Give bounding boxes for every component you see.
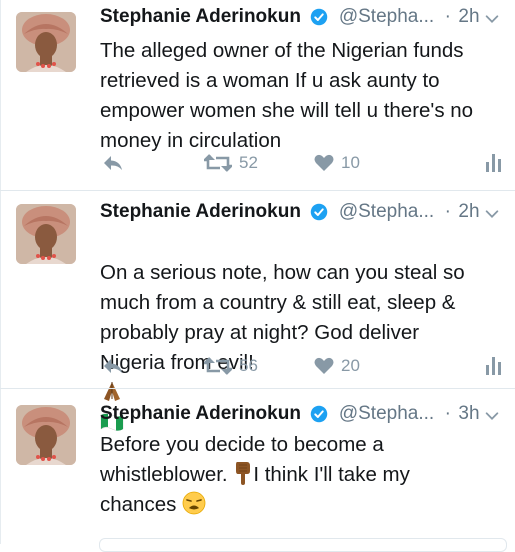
tweet-text-fragment: whistleblower. — [100, 463, 234, 486]
analytics-button[interactable] — [486, 150, 502, 176]
separator: · — [444, 6, 451, 27]
verified-icon — [311, 405, 328, 423]
tweet-header: Stephanie Aderinokun @Stepha... · 3h — [100, 403, 503, 429]
retweet-button[interactable]: 56 — [204, 353, 258, 379]
timestamp[interactable]: 2h — [458, 201, 479, 222]
tweet-1[interactable]: Stephanie Aderinokun @Stepha... · 2h The… — [0, 0, 515, 190]
avatar[interactable] — [16, 12, 76, 72]
separator: · — [444, 403, 451, 424]
handle[interactable]: @Stepha... — [339, 201, 434, 222]
like-count: 10 — [341, 153, 360, 172]
tweet-feed: Stephanie Aderinokun @Stepha... · 2h The… — [0, 0, 515, 552]
handle[interactable]: @Stepha... — [339, 6, 434, 27]
handle[interactable]: @Stepha... — [339, 403, 434, 424]
retweet-count: 56 — [239, 356, 258, 375]
tweet-2[interactable]: Stephanie Aderinokun @Stepha... · 2h On … — [0, 191, 515, 431]
analytics-icon — [486, 154, 501, 172]
timestamp[interactable]: 3h — [458, 403, 479, 424]
like-icon — [314, 357, 334, 374]
like-button[interactable]: 20 — [314, 353, 360, 379]
tweet-text-line: Before you decide to become a — [100, 433, 384, 456]
tweet-text-fragment: chances — [100, 493, 177, 516]
tweet-3[interactable]: Stephanie Aderinokun @Stepha... · 3h Bef… — [0, 389, 515, 544]
reply-button[interactable] — [102, 150, 124, 176]
avatar[interactable] — [16, 405, 76, 465]
retweet-button[interactable]: 52 — [204, 150, 258, 176]
separator: · — [444, 201, 451, 222]
analytics-button[interactable] — [486, 353, 502, 379]
display-name[interactable]: Stephanie Aderinokun — [100, 6, 301, 27]
reply-icon — [104, 156, 122, 170]
timestamp[interactable]: 2h — [458, 6, 479, 27]
retweet-icon — [204, 154, 232, 172]
display-name[interactable]: Stephanie Aderinokun — [100, 403, 301, 424]
tweet-text-fragment: I think I'll take my — [253, 463, 410, 486]
like-button[interactable]: 10 — [314, 150, 360, 176]
tweet-actions: 56 20 — [100, 353, 505, 379]
retweet-count: 52 — [239, 153, 258, 172]
tweet-actions: 52 10 — [100, 150, 505, 176]
like-count: 20 — [341, 356, 360, 375]
tweet-header: Stephanie Aderinokun @Stepha... · 2h — [100, 6, 503, 32]
chevron-down-icon[interactable] — [483, 10, 501, 28]
display-name[interactable]: Stephanie Aderinokun — [100, 201, 301, 222]
weary-face-emoji — [182, 491, 206, 515]
retweet-icon — [204, 357, 232, 375]
verified-icon — [311, 203, 328, 221]
chevron-down-icon[interactable] — [483, 407, 501, 425]
pointing-down-emoji — [236, 462, 251, 485]
tweet-text: The alleged owner of the Nigerian funds … — [100, 39, 474, 152]
like-icon — [314, 154, 334, 171]
reply-button[interactable] — [102, 353, 124, 379]
verified-icon — [311, 8, 328, 26]
tweet-text-line: chances — [100, 490, 510, 520]
tweet-text: Before you decide to become a whistleblo… — [100, 430, 510, 520]
chevron-down-icon[interactable] — [483, 205, 501, 223]
tweet-text-line: whistleblower. I think I'll take my — [100, 460, 510, 490]
avatar[interactable] — [16, 204, 76, 264]
reply-icon — [104, 359, 122, 373]
tweet-header: Stephanie Aderinokun @Stepha... · 2h — [100, 201, 503, 227]
attached-card-edge — [99, 538, 507, 552]
analytics-icon — [486, 357, 501, 375]
